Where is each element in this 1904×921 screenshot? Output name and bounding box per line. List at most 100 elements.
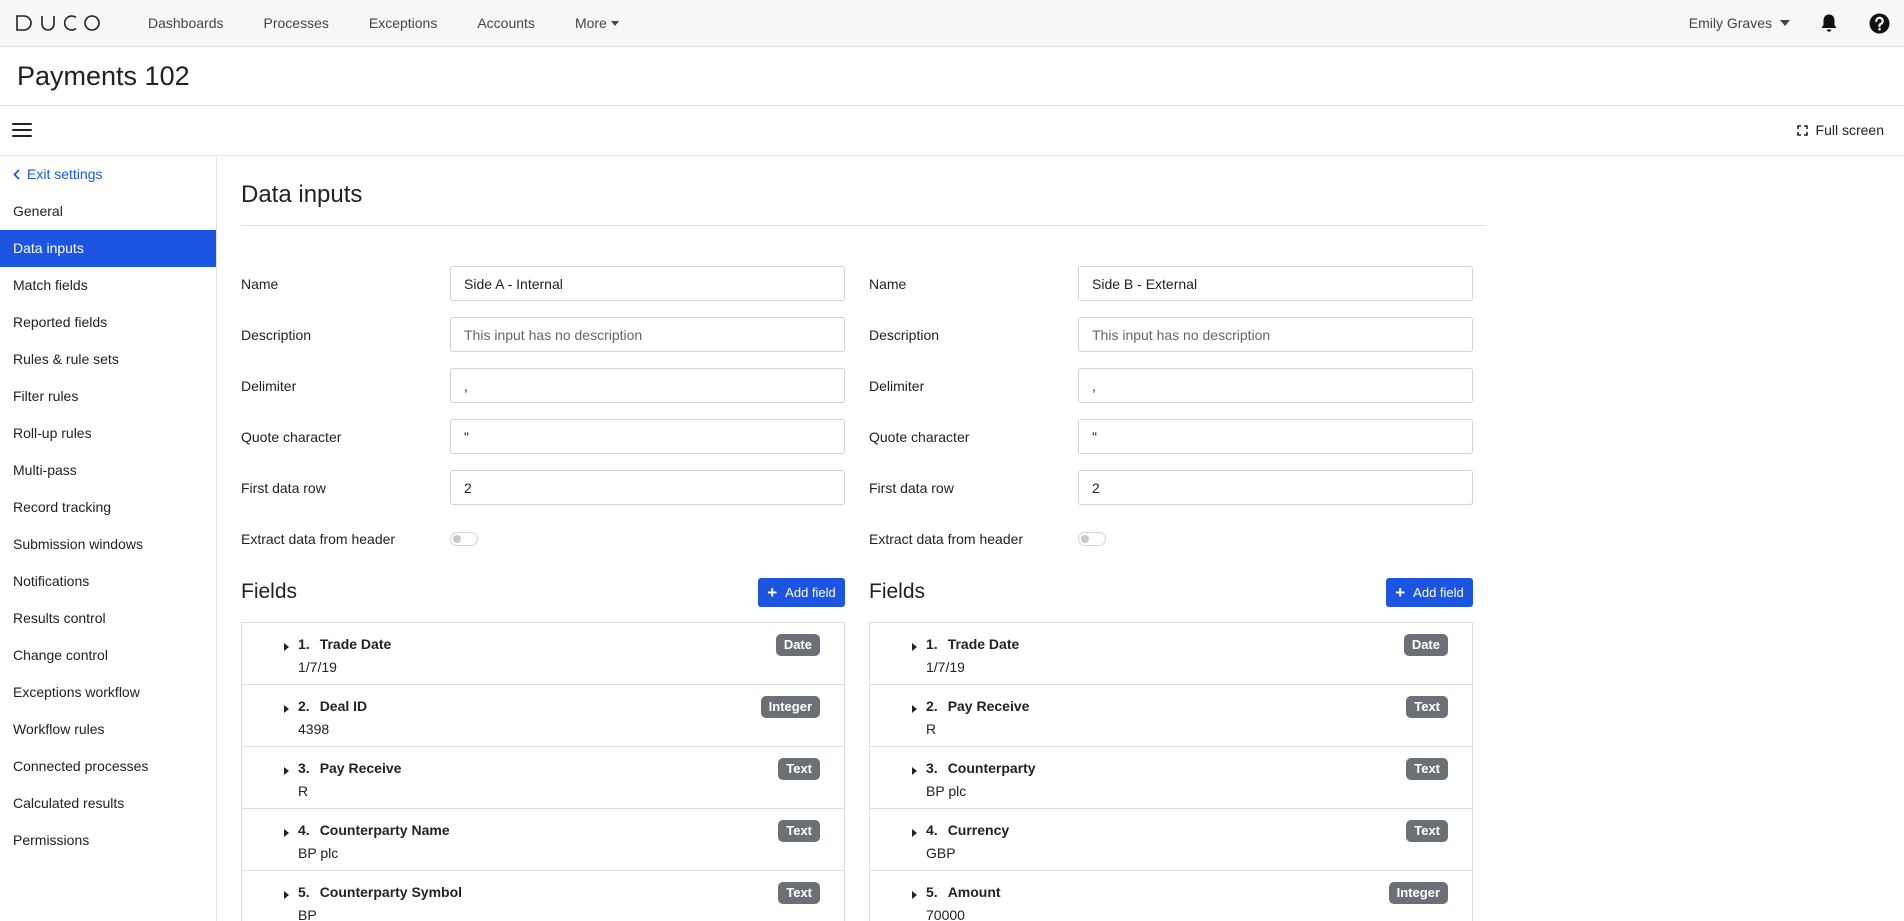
- plus-icon: +: [1395, 582, 1406, 602]
- exit-settings-link[interactable]: Exit settings: [13, 166, 102, 182]
- field-number: 5.: [926, 884, 938, 900]
- sidebar-item-roll-up-rules[interactable]: Roll-up rules: [0, 415, 216, 452]
- field-name: Deal ID: [319, 698, 368, 714]
- sidebar-item-results-control[interactable]: Results control: [0, 600, 216, 637]
- sidebar-item-submission-windows[interactable]: Submission windows: [0, 526, 216, 563]
- user-menu[interactable]: Emily Graves: [1689, 15, 1790, 31]
- fullscreen-button[interactable]: Full screen: [1796, 122, 1884, 138]
- side-b-name-input[interactable]: Side B - External: [1078, 266, 1473, 301]
- side-b-description-input[interactable]: This input has no description: [1078, 317, 1473, 352]
- duco-logo[interactable]: [16, 13, 100, 33]
- add-field-label: Add field: [1413, 584, 1464, 600]
- field-value: 1/7/19: [298, 659, 337, 675]
- field-value: GBP: [926, 845, 956, 861]
- sidebar-item-exceptions-workflow[interactable]: Exceptions workflow: [0, 674, 216, 711]
- field-value: 4398: [298, 721, 330, 737]
- side-b-delimiter-input[interactable]: ,: [1078, 368, 1473, 403]
- side-b-quote-input[interactable]: ": [1078, 419, 1473, 454]
- side-a-name-input[interactable]: Side A - Internal: [450, 266, 845, 301]
- sidebar-item-change-control[interactable]: Change control: [0, 637, 216, 674]
- caret-right-icon[interactable]: [912, 705, 917, 713]
- nav-processes[interactable]: Processes: [264, 15, 329, 31]
- side-a-add-field-button[interactable]: + Add field: [758, 577, 845, 607]
- toolbar: Full screen: [0, 107, 1904, 156]
- field-value: BP plc: [926, 783, 967, 799]
- side-b-extract-header-toggle[interactable]: [1078, 531, 1106, 546]
- field-number: 4.: [926, 822, 938, 838]
- sidebar-item-filter-rules[interactable]: Filter rules: [0, 378, 216, 415]
- main-content: Data inputs Name Side A - Internal Descr…: [241, 157, 1486, 921]
- caret-right-icon[interactable]: [284, 767, 289, 775]
- field-name: Counterparty Name: [319, 822, 450, 838]
- side-a-delimiter-input[interactable]: ,: [450, 368, 845, 403]
- nav-accounts[interactable]: Accounts: [477, 15, 535, 31]
- bell-icon: [1821, 14, 1837, 32]
- caret-right-icon[interactable]: [912, 829, 917, 837]
- sidebar-item-data-inputs[interactable]: Data inputs: [0, 230, 216, 267]
- field-value: 70000: [926, 907, 965, 921]
- type-badge: Text: [1406, 758, 1448, 780]
- page-header: Payments 102: [0, 48, 1904, 106]
- caret-right-icon[interactable]: [912, 891, 917, 899]
- description-label: Description: [241, 326, 312, 343]
- sidebar-item-workflow-rules[interactable]: Workflow rules: [0, 711, 216, 748]
- type-badge: Date: [1403, 634, 1448, 656]
- caret-right-icon[interactable]: [284, 891, 289, 899]
- plus-icon: +: [767, 582, 778, 602]
- chevron-down-icon: [610, 20, 619, 26]
- caret-right-icon[interactable]: [284, 705, 289, 713]
- side-a-extract-header-toggle[interactable]: [450, 531, 478, 546]
- chevron-left-icon: [13, 168, 20, 180]
- fields-title: Fields: [869, 580, 926, 603]
- nav-more-dropdown[interactable]: More: [575, 15, 619, 31]
- field-item: 1. Trade Date 1/7/19 Date: [870, 623, 1472, 685]
- caret-right-icon[interactable]: [912, 643, 917, 651]
- field-number: 2.: [298, 698, 310, 714]
- extract-header-label: Extract data from header: [869, 530, 1024, 547]
- name-label: Name: [869, 275, 907, 292]
- field-value: R: [298, 783, 309, 799]
- extract-header-label: Extract data from header: [241, 530, 396, 547]
- sidebar-item-connected-processes[interactable]: Connected processes: [0, 748, 216, 785]
- sidebar-item-notifications[interactable]: Notifications: [0, 563, 216, 600]
- side-a-first-row-input[interactable]: 2: [450, 470, 845, 505]
- delimiter-label: Delimiter: [241, 377, 297, 394]
- nav-dashboards[interactable]: Dashboards: [148, 15, 224, 31]
- page-title: Payments 102: [17, 61, 190, 91]
- sidebar-item-record-tracking[interactable]: Record tracking: [0, 489, 216, 526]
- sidebar-item-general[interactable]: General: [0, 193, 216, 230]
- side-b-panel: Name Side B - External Description This …: [869, 258, 1473, 921]
- side-b-add-field-button[interactable]: + Add field: [1386, 577, 1473, 607]
- exit-settings-label: Exit settings: [27, 166, 103, 182]
- sidebar-item-multi-pass[interactable]: Multi-pass: [0, 452, 216, 489]
- nav-exceptions[interactable]: Exceptions: [369, 15, 437, 31]
- side-a-quote-input[interactable]: ": [450, 419, 845, 454]
- sidebar-item-match-fields[interactable]: Match fields: [0, 267, 216, 304]
- field-name: Pay Receive: [947, 698, 1030, 714]
- help-button[interactable]: [1868, 12, 1890, 34]
- field-name: Currency: [947, 822, 1010, 838]
- field-item: 5. Amount 70000 Integer: [870, 871, 1472, 921]
- sidebar-item-reported-fields[interactable]: Reported fields: [0, 304, 216, 341]
- caret-right-icon[interactable]: [284, 829, 289, 837]
- side-a-description-input[interactable]: This input has no description: [450, 317, 845, 352]
- field-item: 3. Counterparty BP plc Text: [870, 747, 1472, 809]
- quote-character-label: Quote character: [869, 428, 970, 445]
- side-b-first-row-input[interactable]: 2: [1078, 470, 1473, 505]
- fullscreen-label: Full screen: [1815, 122, 1884, 138]
- sidebar-item-rules-rule-sets[interactable]: Rules & rule sets: [0, 341, 216, 378]
- notifications-button[interactable]: [1818, 12, 1840, 34]
- caret-right-icon[interactable]: [284, 643, 289, 651]
- sidebar-item-calculated-results[interactable]: Calculated results: [0, 785, 216, 822]
- expand-icon: [1796, 124, 1808, 136]
- caret-right-icon[interactable]: [912, 767, 917, 775]
- sidebar-item-permissions[interactable]: Permissions: [0, 822, 216, 859]
- help-icon: [1869, 13, 1889, 33]
- menu-icon[interactable]: [12, 123, 32, 139]
- field-item: 3. Pay Receive R Text: [242, 747, 844, 809]
- field-item: 2. Pay Receive R Text: [870, 685, 1472, 747]
- nav-more-label: More: [574, 15, 607, 31]
- field-number: 1.: [298, 636, 310, 652]
- fields-title: Fields: [241, 580, 298, 603]
- field-number: 3.: [298, 760, 310, 776]
